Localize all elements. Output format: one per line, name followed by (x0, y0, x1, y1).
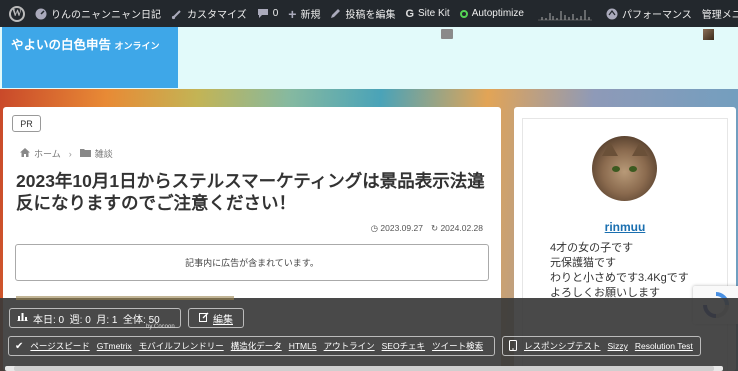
comment-bubble-icon (441, 29, 453, 39)
site-name-menu[interactable]: りんのニャンニャン日記 (30, 0, 166, 27)
edit-button[interactable]: 編集 (188, 308, 244, 328)
tool-link-outline[interactable]: アウトライン (324, 340, 375, 352)
by-cocoon-label: by Cocoon (146, 324, 175, 330)
logo-sub-text: オンライン (114, 41, 160, 51)
breadcrumb-home[interactable]: ホーム (34, 147, 61, 160)
site-logo-text: やよいの白色申告 オンライン (11, 34, 160, 53)
breadcrumb-category[interactable]: 雑談 (95, 147, 113, 160)
tool-link-structured-data[interactable]: 構造化データ (231, 340, 282, 352)
breadcrumb: ホーム › 雑談 (20, 147, 113, 160)
cat-ear-right (632, 142, 648, 156)
autoptimize-label: Autoptimize (471, 8, 524, 19)
edit-label: 編集 (213, 314, 233, 326)
folder-icon (79, 148, 91, 159)
sparkline-icon (537, 9, 592, 20)
pencil-icon (330, 8, 341, 19)
tool-link-responsive-test[interactable]: レスポンシブテスト (524, 340, 601, 352)
tool-link-pagespeed[interactable]: ページスピード (30, 340, 89, 352)
edit-post-menu[interactable]: 投稿を編集 (325, 0, 400, 27)
home-icon (20, 148, 30, 159)
cat-eye-right (629, 166, 637, 172)
mobile-icon (509, 339, 517, 353)
refresh-icon: ↻ (430, 223, 439, 233)
wordpress-icon: W (9, 5, 25, 22)
author-name-link[interactable]: rinmuu (514, 220, 736, 234)
tool-link-gtmetrix[interactable]: GTmetrix (97, 341, 132, 351)
tool-link-mobile-friendly[interactable]: モバイルフレンドリー (139, 340, 224, 352)
mini-avatar (703, 29, 714, 40)
post-dates: ◷ 2023.09.27 ↻ 2024.02.28 (371, 223, 483, 234)
cloud-icon (606, 8, 618, 20)
site-name-label: りんのニャンニャン日記 (51, 10, 161, 21)
clock-icon: ◷ (370, 223, 379, 233)
tool-link-seo-check[interactable]: SEOチェキ (382, 340, 425, 352)
tool-link-tweet-search[interactable]: ツイート検索 (432, 340, 483, 352)
new-label: 新規 (300, 10, 321, 21)
comments-count: 0 (272, 8, 279, 19)
dashboard-icon (35, 8, 47, 20)
edit-icon (199, 312, 209, 325)
site-kit-menu[interactable]: G Site Kit (400, 0, 454, 27)
author-bio: 4才の女の子です 元保護猫です わりと小さめです3.4Kgです よろしくお願いし… (550, 241, 689, 301)
updated-date: 2024.02.28 (440, 223, 483, 233)
customize-menu[interactable]: カスタマイズ (166, 0, 252, 27)
new-content-menu[interactable]: + 新規 (283, 0, 325, 27)
cat-eye-left (612, 166, 620, 172)
edit-post-label: 投稿を編集 (345, 10, 396, 21)
ad-disclosure-notice: 記事内に広告が含まれています。 (15, 244, 489, 281)
pv-counts: 本日: 0 週: 0 月: 1 全体: 50 (33, 314, 160, 326)
bio-line: 元保護猫です (550, 257, 616, 269)
status-dot-icon (459, 9, 468, 18)
logo-main-text: やよいの白色申告 (11, 38, 112, 52)
post-title: 2023年10月1日からステルスマーケティングは景品表示法違反になりますのでご注… (16, 171, 485, 213)
customize-label: カスタマイズ (187, 10, 247, 21)
site-kit-label: Site Kit (418, 8, 450, 19)
updated-date-group: ↻ 2024.02.28 (431, 223, 483, 234)
bio-line: 4才の女の子です (550, 242, 634, 254)
admin-menu[interactable]: 管理メニュー (697, 0, 738, 27)
chevron-right-icon: › (68, 148, 72, 159)
tool-link-html5[interactable]: HTML5 (289, 341, 317, 351)
horizontal-scrollbar-thumb[interactable] (14, 366, 714, 371)
bio-line: わりと小さめです3.4Kgです (550, 272, 689, 284)
cat-ear-left (602, 142, 618, 156)
stats-sparkline[interactable] (529, 0, 601, 27)
bar-chart-icon (17, 312, 28, 324)
brush-icon (171, 8, 183, 20)
comment-icon (257, 8, 269, 19)
wp-logo-menu[interactable]: W (4, 0, 30, 27)
pr-badge: PR (12, 115, 41, 132)
google-g-icon: G (405, 7, 415, 20)
tool-link-resolution-test[interactable]: Resolution Test (635, 341, 693, 351)
checkmark-icon: ✔ (15, 340, 24, 352)
comments-menu[interactable]: 0 (252, 0, 284, 27)
published-date-group: ◷ 2023.09.27 (371, 223, 423, 234)
performance-menu[interactable]: パフォーマンス (601, 0, 697, 27)
plus-icon: + (288, 5, 297, 22)
site-logo[interactable]: やよいの白色申告 オンライン (2, 27, 178, 88)
author-avatar (592, 136, 657, 201)
admin-bar: W りんのニャンニャン日記 カスタマイズ 0 + 新規 投稿を編集 G Site… (0, 0, 738, 27)
admin-menu-label: 管理メニュー (701, 10, 738, 21)
seo-tools-bar: ✔ ページスピード GTmetrix モバイルフレンドリー 構造化データ HTM… (8, 336, 495, 356)
performance-label: パフォーマンス (621, 10, 692, 21)
autoptimize-menu[interactable]: Autoptimize (455, 0, 529, 27)
responsive-tools-bar: レスポンシブテスト Sizzy Resolution Test (502, 336, 701, 356)
published-date: 2023.09.27 (380, 223, 423, 233)
faded-text-line (16, 296, 234, 300)
admin-panel-overlay: 本日: 0 週: 0 月: 1 全体: 50 by Cocoon 編集 ✔ ペー… (0, 296, 738, 371)
tool-link-sizzy[interactable]: Sizzy (608, 341, 628, 351)
